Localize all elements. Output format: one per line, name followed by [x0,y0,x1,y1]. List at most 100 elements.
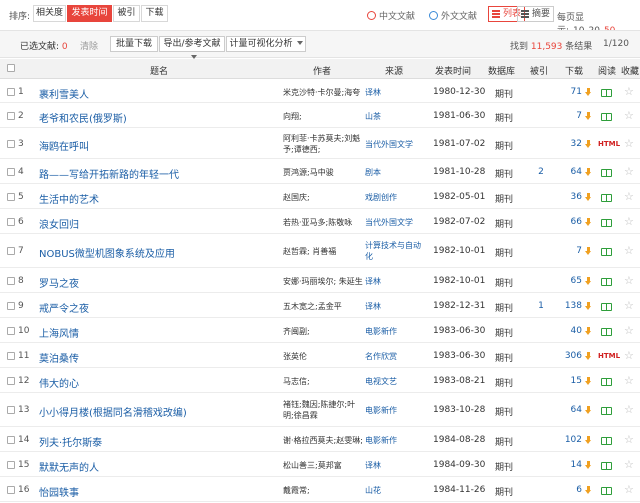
row-download-count[interactable]: 64 [562,405,582,415]
download-icon[interactable] [584,140,593,149]
download-icon[interactable] [584,377,593,386]
row-title-link[interactable]: 海鸥在呼叫 [39,138,89,153]
row-download-count[interactable]: 15 [562,376,582,386]
row-download-count[interactable]: 71 [562,87,582,97]
download-icon[interactable] [584,406,593,415]
row-source-link[interactable]: 译林 [365,301,425,312]
book-read-icon[interactable] [601,219,612,227]
download-icon[interactable] [584,461,593,470]
row-source-link[interactable]: 电影新作 [365,405,425,416]
row-source-link[interactable]: 剧本 [365,167,425,178]
download-icon[interactable] [584,436,593,445]
row-title-link[interactable]: 生活中的艺术 [39,191,99,206]
row-author[interactable]: 齐闽副; [283,326,365,337]
row-title-link[interactable]: 莫泊桑传 [39,350,79,365]
row-checkbox[interactable] [7,377,15,385]
row-title-link[interactable]: NOBUS微型机图象系统及应用 [39,245,175,260]
sort-relevance-button[interactable]: 相关度 [33,5,66,22]
row-author[interactable]: 戴霞常; [283,485,365,496]
row-checkbox[interactable] [7,88,15,96]
sort-download-button[interactable]: 下载 [141,5,168,22]
star-icon[interactable]: ☆ [624,244,634,257]
row-download-count[interactable]: 7 [562,246,582,256]
star-icon[interactable]: ☆ [624,215,634,228]
star-icon[interactable]: ☆ [624,109,634,122]
row-checkbox[interactable] [7,461,15,469]
row-author[interactable]: 谢·格拉西莫夫;赵雯琳; [283,435,365,446]
row-source-link[interactable]: 译林 [365,87,425,98]
sort-date-button[interactable]: 发表时间↑ [67,5,112,33]
book-read-icon[interactable] [601,278,612,286]
book-read-icon[interactable] [601,113,612,121]
download-icon[interactable] [584,218,593,227]
download-icon[interactable] [584,88,593,97]
row-source-link[interactable]: 电影新作 [365,326,425,337]
star-icon[interactable]: ☆ [624,403,634,416]
star-icon[interactable]: ☆ [624,374,634,387]
row-source-link[interactable]: 电影新作 [365,435,425,446]
download-icon[interactable] [584,352,593,361]
sort-cited-button[interactable]: 被引 [113,5,140,22]
star-icon[interactable]: ☆ [624,433,634,446]
row-checkbox[interactable] [7,247,15,255]
row-title-link[interactable]: 老爷和农民(俄罗斯) [39,110,127,125]
row-title-link[interactable]: 浪女回归 [39,216,79,231]
book-read-icon[interactable] [601,487,612,495]
row-author[interactable]: 阿利菲·卡苏莫夫;刘魁 [283,133,365,144]
row-download-count[interactable]: 6 [562,485,582,495]
row-title-link[interactable]: 路——写给开拓新路的年轻一代 [39,166,179,181]
row-download-count[interactable]: 7 [562,111,582,121]
row-source-link[interactable]: 计算技术与自动 [365,240,425,251]
row-download-count[interactable]: 36 [562,192,582,202]
row-download-count[interactable]: 66 [562,217,582,227]
row-author[interactable]: 张英伦 [283,351,365,362]
row-title-link[interactable]: 默默无声的人 [39,459,99,474]
row-title-link[interactable]: 列夫·托尔斯泰 [39,434,102,449]
visual-analysis-button[interactable]: 计量可视化分析 [226,36,306,52]
batch-download-button[interactable]: 批量下载 [110,36,158,52]
foreign-literature-link[interactable]: 外文文献 [429,9,477,22]
row-title-link[interactable]: 怡园轶事 [39,484,79,499]
row-checkbox[interactable] [7,112,15,120]
row-download-count[interactable]: 306 [562,351,582,361]
book-read-icon[interactable] [601,89,612,97]
row-author[interactable]: 五木宽之;孟金平 [283,301,365,312]
row-author[interactable]: 松山善三;莫邦富 [283,460,365,471]
download-icon[interactable] [584,327,593,336]
row-author[interactable]: 安娜·玛丽埃尔; 朱延生 [283,276,365,287]
select-all-checkbox[interactable] [7,64,15,72]
row-author[interactable]: 贾鸿源;马中骏 [283,167,365,178]
chinese-literature-link[interactable]: 中文文献 [367,9,415,22]
star-icon[interactable]: ☆ [624,299,634,312]
row-source-link[interactable]: 名作欣赏 [365,351,425,362]
html-read-icon[interactable]: HTML [598,352,620,360]
row-download-count[interactable]: 65 [562,276,582,286]
row-download-count[interactable]: 32 [562,139,582,149]
book-read-icon[interactable] [601,437,612,445]
row-download-count[interactable]: 138 [562,301,582,311]
book-read-icon[interactable] [601,194,612,202]
row-checkbox[interactable] [7,277,15,285]
html-read-icon[interactable]: HTML [598,140,620,148]
row-author[interactable]: 赵国庆; [283,192,365,203]
row-checkbox[interactable] [7,140,15,148]
clear-button[interactable]: 清除 [80,39,98,52]
star-icon[interactable]: ☆ [624,85,634,98]
download-icon[interactable] [584,168,593,177]
row-title-link[interactable]: 小小得月楼(根据同名滑稽戏改编) [39,404,187,419]
row-author[interactable]: 赵哲霖; 肖善福 [283,246,365,257]
row-cited-count[interactable]: 1 [535,301,547,311]
row-source-link[interactable]: 山花 [365,485,425,496]
star-icon[interactable]: ☆ [624,483,634,496]
row-checkbox[interactable] [7,168,15,176]
row-author[interactable]: 褚钰;魏因;陈捷尔;叶 [283,399,365,410]
row-download-count[interactable]: 64 [562,167,582,177]
row-title-link[interactable]: 戒严令之夜 [39,300,89,315]
book-read-icon[interactable] [601,378,612,386]
row-source-link[interactable]: 山茶 [365,111,425,122]
row-title-link[interactable]: 伟大的心 [39,375,79,390]
row-download-count[interactable]: 14 [562,460,582,470]
row-source-link[interactable]: 戏剧创作 [365,192,425,203]
book-read-icon[interactable] [601,248,612,256]
row-author[interactable]: 若热·亚马多;陈敬咏 [283,217,365,228]
